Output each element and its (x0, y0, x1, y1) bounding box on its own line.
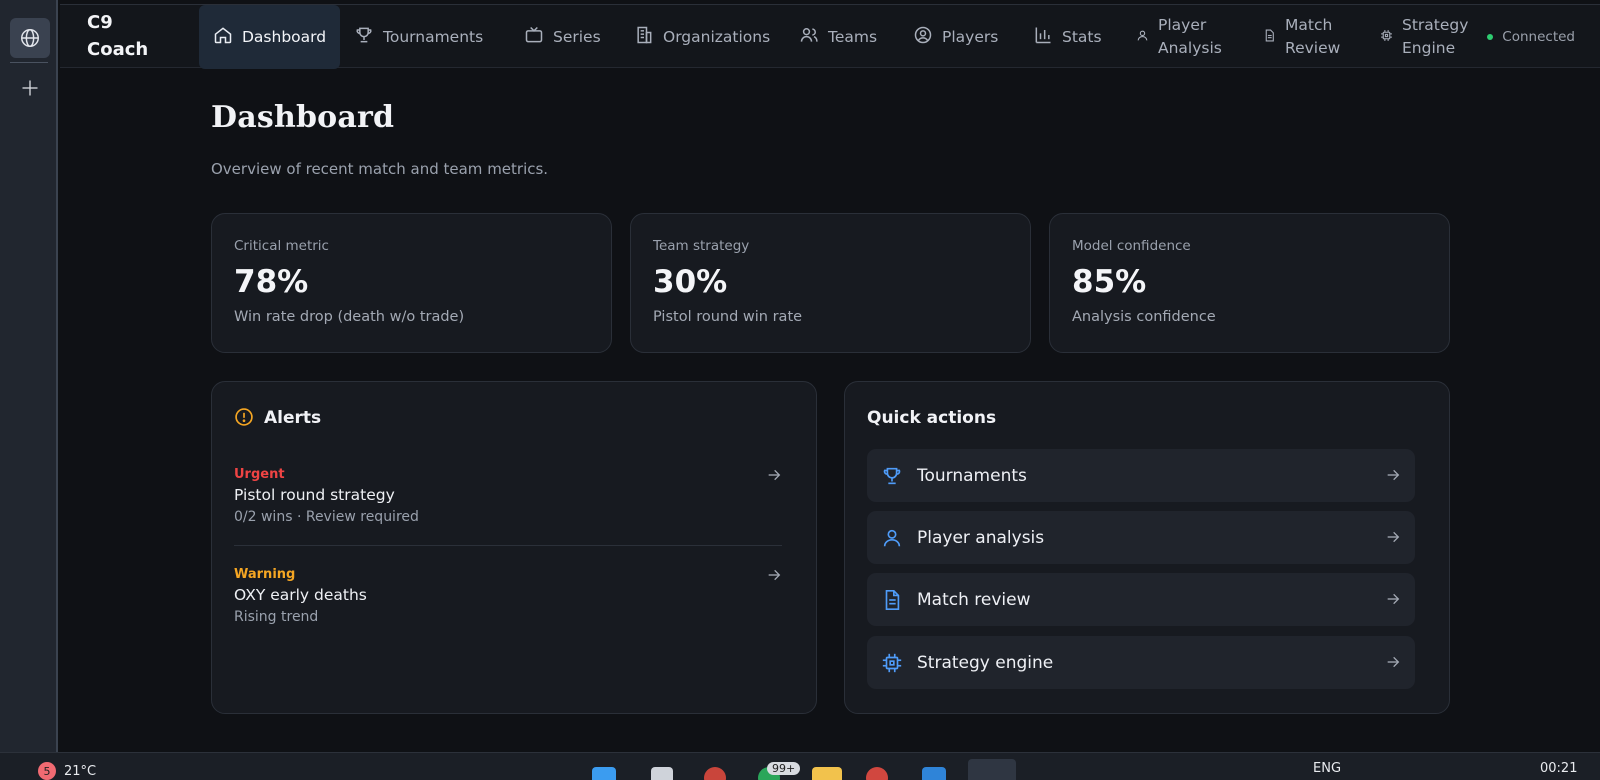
alerts-panel: Alerts Urgent Pistol round strategy 0/2 … (211, 381, 817, 714)
quick-action-tournaments[interactable]: Tournaments (867, 449, 1415, 502)
clock[interactable]: 00:21 (1540, 761, 1577, 776)
temperature: 21°C (64, 763, 97, 779)
metric-value: 30% (653, 264, 728, 300)
vscode-icon[interactable] (922, 767, 946, 780)
weather-widget[interactable]: 5 21°C (38, 762, 96, 780)
home-icon (213, 25, 233, 49)
task-view-icon[interactable] (651, 767, 673, 780)
windows-start-icon[interactable] (592, 767, 616, 780)
page-title: Dashboard (211, 100, 395, 135)
nav-label: Teams (828, 28, 878, 46)
metric-label: Critical metric (234, 238, 329, 254)
nav-dashboard[interactable]: Dashboard (199, 5, 341, 69)
alert-severity: Warning (234, 567, 296, 582)
metric-card-team-strategy: Team strategy 30% Pistol round win rate (630, 213, 1031, 353)
nav-series[interactable]: Series (524, 5, 601, 69)
building-icon (634, 25, 654, 49)
user-icon (1136, 28, 1149, 46)
edge-icon[interactable] (968, 759, 1016, 780)
browser-sidebar (0, 0, 58, 752)
arrow-right-icon[interactable] (766, 567, 782, 587)
arrow-right-icon (1385, 591, 1401, 611)
user-circle-icon (913, 25, 933, 49)
connection-status: Connected (1487, 5, 1575, 69)
trophy-icon (354, 25, 374, 49)
nav-organizations[interactable]: Organizations (634, 5, 770, 69)
metric-value: 78% (234, 264, 309, 300)
nav-label: Match Review (1285, 16, 1341, 57)
page-subtitle: Overview of recent match and team metric… (211, 160, 549, 178)
alert-item[interactable]: Warning OXY early deaths Rising trend (234, 567, 782, 625)
alert-meta: 0/2 wins · Review required (234, 509, 419, 525)
weather-badge: 5 (38, 762, 56, 780)
metric-description: Analysis confidence (1072, 309, 1216, 325)
nav-player-analysis[interactable]: Player Analysis (1136, 5, 1228, 69)
alert-severity: Urgent (234, 467, 285, 482)
chrome-icon[interactable] (704, 767, 726, 780)
quick-action-label: Tournaments (917, 465, 1027, 486)
nav-label: Stats (1062, 28, 1102, 46)
metric-label: Team strategy (653, 238, 750, 254)
alert-title: OXY early deaths (234, 586, 367, 604)
metric-card-critical: Critical metric 78% Win rate drop (death… (211, 213, 612, 353)
browser-icon[interactable] (866, 767, 888, 780)
nav-tournaments[interactable]: Tournaments (354, 5, 483, 69)
nav-label: Series (553, 28, 601, 46)
metric-description: Pistol round win rate (653, 309, 803, 325)
quick-actions-title: Quick actions (867, 408, 997, 428)
top-navigation: C9 Coach Dashboard Tournaments Series Or… (60, 4, 1600, 69)
file-text-icon (880, 588, 904, 612)
os-taskbar: 5 21°C 99+ ENG 00:21 (0, 752, 1600, 780)
metric-card-model-confidence: Model confidence 85% Analysis confidence (1049, 213, 1450, 353)
alert-title: Pistol round strategy (234, 486, 395, 504)
nav-label: Organizations (663, 28, 771, 46)
arrow-right-icon (1385, 467, 1401, 487)
status-dot-icon (1487, 34, 1494, 40)
trophy-icon (880, 464, 904, 488)
tv-icon (524, 25, 544, 49)
globe-icon[interactable] (10, 18, 50, 58)
brand-logo[interactable]: C9 Coach (87, 9, 157, 63)
metric-label: Model confidence (1072, 238, 1191, 254)
notification-badge: 99+ (767, 762, 801, 775)
nav-label: Players (942, 28, 999, 46)
arrow-right-icon[interactable] (766, 467, 782, 487)
nav-label: Dashboard (242, 28, 327, 46)
alert-meta: Rising trend (234, 609, 319, 625)
arrow-right-icon (1385, 654, 1401, 674)
alert-divider (234, 545, 782, 546)
metric-description: Win rate drop (death w/o trade) (234, 309, 465, 325)
nav-label: Tournaments (383, 28, 484, 46)
cpu-icon (880, 651, 904, 675)
nav-strategy-engine[interactable]: Strategy Engine (1380, 5, 1472, 69)
quick-action-label: Player analysis (917, 527, 1045, 548)
nav-stats[interactable]: Stats (1033, 5, 1102, 69)
quick-actions-panel: Quick actions Tournaments Player analysi… (844, 381, 1450, 714)
alerts-title: Alerts (264, 408, 322, 428)
quick-action-strategy-engine[interactable]: Strategy engine (867, 636, 1415, 689)
quick-action-player-analysis[interactable]: Player analysis (867, 511, 1415, 564)
add-tab-icon[interactable] (10, 68, 50, 108)
quick-action-match-review[interactable]: Match review (867, 573, 1415, 626)
nav-teams[interactable]: Teams (799, 5, 877, 69)
users-icon (799, 25, 819, 49)
quick-action-label: Strategy engine (917, 652, 1054, 673)
file-explorer-icon[interactable] (812, 767, 842, 780)
file-icon (1263, 28, 1276, 46)
language-indicator[interactable]: ENG (1313, 761, 1341, 776)
alert-circle-icon (234, 407, 254, 431)
user-icon (880, 526, 904, 550)
nav-match-review[interactable]: Match Review (1263, 5, 1341, 69)
arrow-right-icon (1385, 529, 1401, 549)
alert-item[interactable]: Urgent Pistol round strategy 0/2 wins · … (234, 467, 782, 525)
nav-label: Player Analysis (1158, 16, 1222, 57)
status-label: Connected (1502, 29, 1575, 45)
quick-action-label: Match review (917, 589, 1031, 610)
metric-value: 85% (1072, 264, 1147, 300)
sidebar-divider (10, 62, 48, 63)
nav-label: Strategy Engine (1402, 16, 1469, 57)
bar-chart-icon (1033, 25, 1053, 49)
nav-players[interactable]: Players (913, 5, 998, 69)
cpu-icon (1380, 28, 1393, 46)
